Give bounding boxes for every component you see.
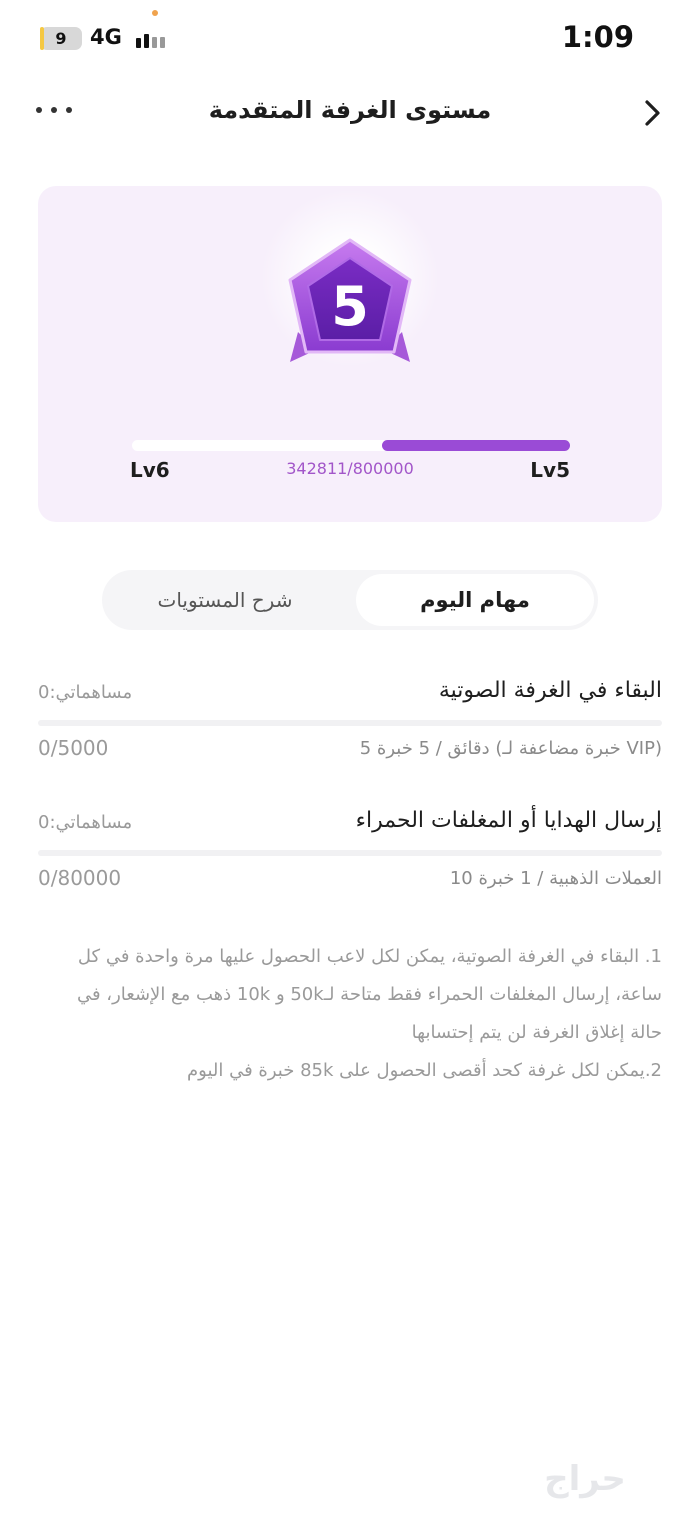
privacy-indicator-dot <box>152 10 158 16</box>
task-description: 5 دقائق / 5 خبرة (خبرة مضاعفة لـ VIP) <box>359 738 662 759</box>
task-item: مساهماتي:0 البقاء في الغرفة الصوتية 0/50… <box>38 678 662 768</box>
task-item: مساهماتي:0 إرسال الهدايا أو المغلفات الح… <box>38 808 662 898</box>
rule-note-2: 2.يمكن لكل غرفة كحد أقصى الحصول على 85k … <box>187 1060 662 1081</box>
badge-number: 5 <box>331 275 369 338</box>
status-time: 1:09 <box>561 20 634 54</box>
rule-note-1: 1. البقاء في الغرفة الصوتية، يمكن لكل لا… <box>76 946 662 1043</box>
page-title: مستوى الغرفة المتقدمة <box>208 96 492 124</box>
task-progress-bar <box>38 720 662 726</box>
task-contribution: مساهماتي:0 <box>38 812 133 833</box>
tab-today-tasks[interactable]: مهام اليوم <box>356 574 594 626</box>
task-title: البقاء في الغرفة الصوتية <box>438 678 662 703</box>
task-count: 0/5000 <box>38 736 109 760</box>
back-arrow-icon[interactable] <box>642 99 664 127</box>
rules-notes: 1. البقاء في الغرفة الصوتية، يمكن لكل لا… <box>60 938 662 1090</box>
battery-icon: 9 <box>40 27 82 50</box>
network-type: 4G <box>90 25 122 49</box>
task-contribution: مساهماتي:0 <box>38 682 133 703</box>
battery-level: 9 <box>55 29 67 48</box>
watermark-text: حراج <box>544 1459 626 1499</box>
tabs: شرح المستويات مهام اليوم <box>102 570 598 630</box>
task-description: 10 العملات الذهبية / 1 خبرة <box>449 868 662 889</box>
level-progress-fill <box>381 440 570 451</box>
task-progress-bar <box>38 850 662 856</box>
haraj-watermark-logo: حراج <box>544 1459 626 1499</box>
level-card: 5 Lv6 342811/800000 Lv5 <box>38 186 662 522</box>
status-bar: 9 4G 1:09 <box>0 0 700 78</box>
tab-level-explanation[interactable]: شرح المستويات <box>106 574 344 626</box>
level-badge-icon: 5 <box>288 238 412 362</box>
task-title: إرسال الهدايا أو المغلفات الحمراء <box>355 808 662 833</box>
signal-icon <box>136 28 165 48</box>
level-progress-track <box>132 440 570 451</box>
nav-bar: مستوى الغرفة المتقدمة <box>0 82 700 144</box>
current-level-label: Lv5 <box>530 458 570 482</box>
task-count: 0/80000 <box>38 866 122 890</box>
